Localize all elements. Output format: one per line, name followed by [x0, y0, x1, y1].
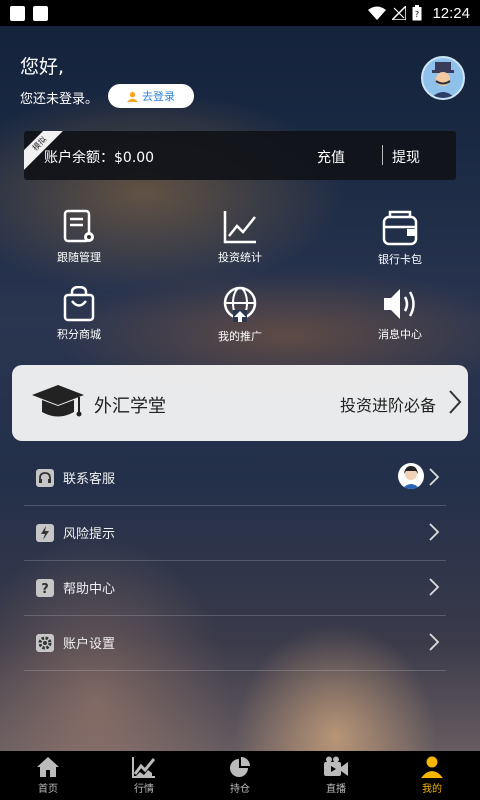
status-bar: ? 12:24 — [0, 0, 480, 26]
tab-mine[interactable]: 我的 — [384, 751, 480, 800]
menu-item-account-settings[interactable]: 账户设置 — [24, 616, 446, 671]
withdraw-button[interactable]: 提现 — [392, 147, 420, 167]
academy-title: 外汇学堂 — [94, 396, 166, 417]
shopping-bag-icon — [63, 286, 95, 322]
user-icon — [127, 91, 138, 102]
grid-item-label: 我的推广 — [218, 330, 262, 343]
question-icon: ? — [36, 579, 54, 597]
chevron-right-icon — [429, 523, 440, 541]
headset-icon — [36, 469, 54, 487]
chevron-right-icon — [429, 468, 440, 486]
tab-label: 首页 — [38, 784, 58, 795]
grid-item-bank-cards[interactable]: 银行卡包 — [355, 209, 445, 267]
academy-subtitle: 投资进阶必备 — [340, 396, 437, 415]
notification-icon — [10, 5, 25, 21]
svg-text:?: ? — [415, 10, 419, 19]
investment-chart-icon — [223, 211, 256, 244]
tab-market[interactable]: 行情 — [96, 751, 192, 800]
tab-label: 行情 — [134, 784, 154, 795]
market-chart-icon — [132, 757, 156, 778]
settings-menu: 联系客服 风险提示 ? 帮助中心 账户设置 — [24, 451, 446, 671]
login-button-label: 去登录 — [142, 90, 175, 103]
menu-item-label: 风险提示 — [63, 527, 116, 542]
divider — [382, 145, 383, 165]
grid-item-follow-manage[interactable]: 跟随管理 — [34, 209, 124, 265]
menu-item-contact-support[interactable]: 联系客服 — [24, 451, 446, 506]
chevron-right-icon — [429, 633, 440, 651]
menu-item-label: 账户设置 — [63, 637, 116, 652]
clock: 12:24 — [432, 4, 470, 22]
menu-item-label: 帮助中心 — [63, 582, 116, 597]
tab-label: 我的 — [422, 784, 442, 795]
gear-icon — [36, 634, 54, 652]
menu-item-risk-warning[interactable]: 风险提示 — [24, 506, 446, 561]
chevron-right-icon — [429, 578, 440, 596]
not-logged-in-text: 您还未登录。 — [20, 92, 99, 107]
globe-upload-icon — [223, 286, 257, 322]
grid-item-message-center[interactable]: 消息中心 — [355, 286, 445, 342]
wallet-icon — [382, 210, 418, 246]
grid-item-label: 银行卡包 — [378, 253, 422, 266]
tab-live[interactable]: 直播 — [288, 751, 384, 800]
notification-icon-2 — [33, 5, 48, 21]
recharge-button[interactable]: 充值 — [317, 147, 345, 167]
follow-manage-icon — [63, 209, 94, 243]
lightning-icon — [36, 524, 54, 542]
tab-home[interactable]: 首页 — [0, 751, 96, 800]
grid-item-my-promotion[interactable]: 我的推广 — [195, 286, 285, 344]
menu-item-label: 联系客服 — [63, 472, 116, 487]
grid-item-label: 积分商城 — [57, 328, 101, 341]
svg-text:?: ? — [41, 582, 49, 597]
grid-item-label: 跟随管理 — [57, 251, 101, 264]
avatar[interactable] — [421, 56, 465, 100]
pie-chart-icon — [230, 757, 250, 777]
login-button[interactable]: 去登录 — [108, 84, 194, 108]
menu-item-help-center[interactable]: ? 帮助中心 — [24, 561, 446, 616]
grid-item-points-mall[interactable]: 积分商城 — [34, 286, 124, 342]
balance-label: 账户余额：$0.00 — [44, 150, 155, 166]
grid-item-label: 投资统计 — [218, 251, 262, 264]
support-agent-avatar — [398, 463, 424, 489]
bottom-tab-bar: 首页 行情 持仓 直播 我的 — [0, 751, 480, 800]
video-icon — [324, 756, 348, 776]
speaker-icon — [384, 289, 415, 319]
greeting-text: 您好, — [20, 56, 65, 78]
graduation-cap-icon — [32, 385, 84, 417]
cartoon-avatar-icon — [431, 62, 455, 98]
tab-label: 直播 — [326, 784, 346, 795]
home-icon — [37, 757, 59, 777]
signal-icon — [392, 6, 407, 20]
wifi-icon — [368, 6, 387, 20]
account-balance-bar: 模拟 账户余额：$0.00 充值 提现 — [24, 131, 456, 180]
grid-item-investment-stats[interactable]: 投资统计 — [195, 209, 285, 265]
tab-positions[interactable]: 持仓 — [192, 751, 288, 800]
forex-academy-banner[interactable]: 外汇学堂 投资进阶必备 — [12, 365, 468, 441]
user-icon — [421, 756, 443, 778]
grid-item-label: 消息中心 — [378, 328, 422, 341]
tab-label: 持仓 — [230, 784, 250, 795]
battery-icon: ? — [412, 5, 422, 21]
chevron-right-icon — [449, 390, 462, 414]
